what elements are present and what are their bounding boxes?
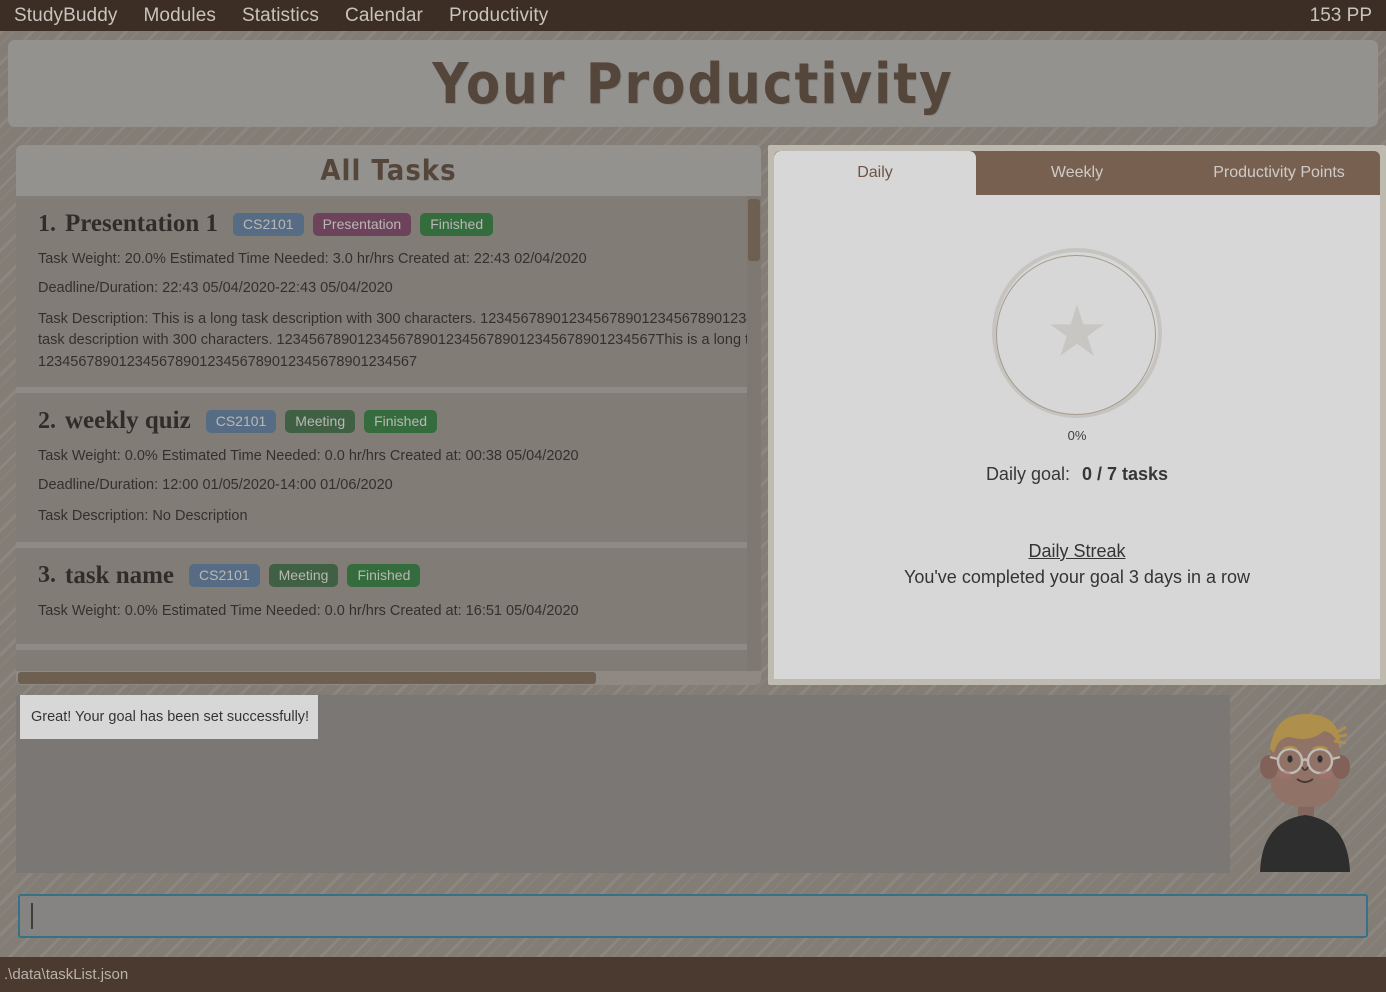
all-tasks-panel: All Tasks 1. Presentation 1 CS2101 Prese… <box>16 145 761 685</box>
tab-weekly[interactable]: Weekly <box>976 151 1178 195</box>
menu-item-modules[interactable]: Modules <box>143 5 216 27</box>
menu-item-productivity[interactable]: Productivity <box>449 5 548 27</box>
daily-goal-value: 0 / 7 tasks <box>1082 464 1169 484</box>
task-module-tag: CS2101 <box>189 564 260 588</box>
task-name: weekly quiz <box>65 407 191 435</box>
task-list-vertical-scrollbar[interactable] <box>747 196 761 671</box>
task-index: 1. <box>38 210 56 237</box>
text-caret <box>31 903 33 929</box>
result-message: Great! Your goal has been set successful… <box>20 695 318 739</box>
task-meta-line: Task Weight: 0.0% Estimated Time Needed:… <box>38 448 579 465</box>
task-type-tag: Presentation <box>312 212 412 236</box>
task-description: Task Description: No Description <box>38 508 248 525</box>
page-header-band: Your Productivity <box>8 40 1378 127</box>
tab-daily[interactable]: Daily <box>774 151 976 195</box>
productivity-points-counter: 153 PP <box>1309 4 1372 26</box>
daily-goal-row: Daily goal: 0 / 7 tasks <box>774 464 1380 485</box>
daily-goal-label: Daily goal: <box>985 464 1070 484</box>
task-index: 2. <box>38 407 56 434</box>
task-meta-line: Task Weight: 0.0% Estimated Time Needed:… <box>38 602 579 619</box>
task-deadline-line: Deadline/Duration: 12:00 01/05/2020-14:0… <box>38 477 393 494</box>
task-title-row: 2. weekly quiz CS2101 Meeting Finished <box>38 407 725 435</box>
task-type-tag: Meeting <box>285 409 356 433</box>
menu-item-studybuddy[interactable]: StudyBuddy <box>14 5 117 27</box>
task-status-tag: Finished <box>347 564 421 588</box>
all-tasks-header: All Tasks <box>16 145 761 196</box>
task-module-tag: CS2101 <box>205 409 277 433</box>
task-status-tag: Finished <box>364 409 438 433</box>
menu-item-calendar[interactable]: Calendar <box>345 5 423 27</box>
daily-streak-text: You've completed your goal 3 days in a r… <box>904 567 1250 587</box>
status-bar-file-path: .\data\taskList.json <box>4 966 129 983</box>
task-list-item[interactable]: 1. Presentation 1 CS2101 Presentation Fi… <box>16 196 747 394</box>
task-name: task name <box>65 561 175 589</box>
task-status-tag: Finished <box>420 212 494 236</box>
status-bar: .\data\taskList.json <box>0 957 1386 992</box>
task-list-vertical-scrollbar-thumb[interactable] <box>748 199 760 261</box>
task-type-tag: Meeting <box>268 564 339 588</box>
menu-bar: StudyBuddy Modules Statistics Calendar P… <box>0 0 1386 31</box>
task-module-tag: CS2101 <box>233 212 304 236</box>
avatar <box>1260 713 1350 872</box>
task-list-item[interactable]: 3. task name CS2101 Meeting Finished Tas… <box>16 547 747 650</box>
task-index: 3. <box>38 562 56 589</box>
task-deadline-line: Deadline/Duration: 22:43 05/04/2020-22:4… <box>38 280 393 296</box>
task-list-horizontal-scrollbar[interactable] <box>16 671 761 685</box>
all-tasks-title: All Tasks <box>320 154 457 187</box>
progress-percent-label: 0% <box>1067 428 1087 443</box>
productivity-tabs: Daily Weekly Productivity Points <box>774 151 1380 195</box>
menu-item-statistics[interactable]: Statistics <box>242 5 319 27</box>
daily-streak-title: Daily Streak <box>1028 541 1126 561</box>
result-display-panel: Great! Your goal has been set successful… <box>16 695 1230 873</box>
task-meta-line: Task Weight: 20.0% Estimated Time Needed… <box>38 251 587 267</box>
task-title-row: 3. task name CS2101 Meeting Finished <box>38 562 725 590</box>
productivity-widget-panel: Daily Weekly Productivity Points ★ 0% Da… <box>768 145 1386 685</box>
all-tasks-body: 1. Presentation 1 CS2101 Presentation Fi… <box>16 196 761 685</box>
tab-productivity-points[interactable]: Productivity Points <box>1178 151 1380 195</box>
task-list-item[interactable]: 2. weekly quiz CS2101 Meeting Finished T… <box>16 393 747 548</box>
daily-progress-ring: ★ <box>992 248 1162 418</box>
task-name: Presentation 1 <box>65 210 218 237</box>
command-input[interactable] <box>18 894 1368 938</box>
task-list-horizontal-scrollbar-thumb[interactable] <box>18 672 596 684</box>
task-description: Task Description: This is a long task de… <box>38 311 747 370</box>
star-icon: ★ <box>1045 292 1109 371</box>
task-list: 1. Presentation 1 CS2101 Presentation Fi… <box>16 196 747 671</box>
page-title: Your Productivity <box>432 51 954 116</box>
daily-tab-content: ★ 0% Daily goal: 0 / 7 tasks Daily Strea… <box>774 195 1380 679</box>
task-title-row: 1. Presentation 1 CS2101 Presentation Fi… <box>38 210 725 238</box>
application-window: StudyBuddy Modules Statistics Calendar P… <box>0 0 1386 992</box>
